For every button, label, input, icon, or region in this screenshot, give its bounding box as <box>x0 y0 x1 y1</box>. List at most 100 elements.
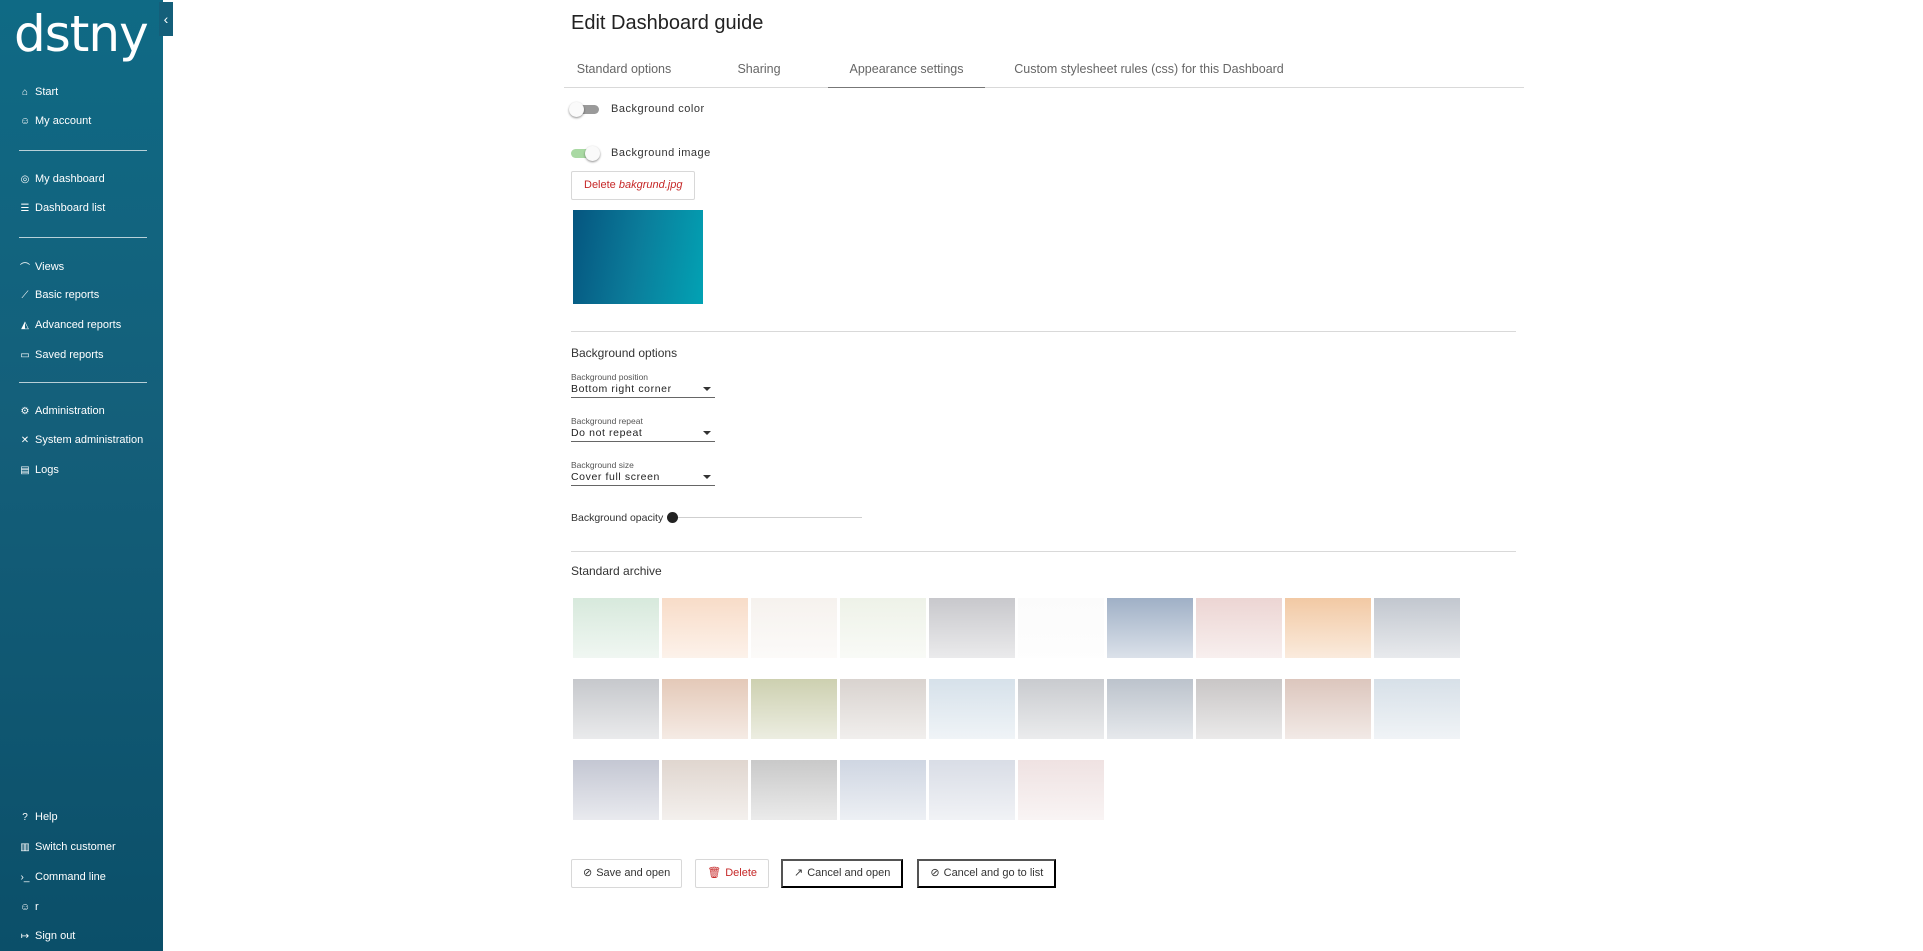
background-repeat-label: Background repeat <box>571 416 643 426</box>
standard-archive-title: Standard archive <box>571 564 662 578</box>
archive-thumbnail[interactable] <box>1374 598 1460 658</box>
folders-icon: ▭ <box>20 349 30 361</box>
sidebar-item-label: Dashboard list <box>35 202 106 214</box>
sidebar-item-system-administration[interactable]: ✕ System administration <box>20 434 143 446</box>
button-label: Save and open <box>596 867 671 879</box>
sidebar-item-user[interactable]: ☺ r <box>20 901 39 913</box>
background-image-toggle[interactable] <box>571 146 600 161</box>
select-value: Do not repeat <box>571 427 643 439</box>
sidebar-item-label: Help <box>35 811 58 823</box>
divider <box>571 551 1516 552</box>
archive-thumbnail[interactable] <box>573 598 659 658</box>
background-color-toggle[interactable] <box>569 102 599 117</box>
dashboard-icon: ◎ <box>20 173 30 185</box>
sidebar-item-label: Saved reports <box>35 349 104 361</box>
sidebar-item-basic-reports[interactable]: ⟋ Basic reports <box>20 289 100 301</box>
archive-thumbnail[interactable] <box>1018 598 1104 658</box>
background-image-label: Background image <box>611 147 711 159</box>
cancel-and-go-to-list-button[interactable]: ⊘ Cancel and go to list <box>917 859 1057 888</box>
tab-label: Custom stylesheet rules (css) for this D… <box>1014 62 1284 76</box>
background-image-preview <box>573 210 703 304</box>
background-opacity-slider-handle[interactable] <box>667 512 678 523</box>
sidebar-item-sign-out[interactable]: ↦ Sign out <box>20 930 76 942</box>
archive-thumbnail[interactable] <box>1285 679 1371 739</box>
background-opacity-label: Background opacity <box>571 512 664 524</box>
tab-appearance-settings[interactable]: Appearance settings <box>828 57 985 88</box>
select-value: Cover full screen <box>571 471 660 483</box>
archive-thumbnail[interactable] <box>1285 598 1371 658</box>
tab-label: Appearance settings <box>849 62 964 76</box>
sidebar-item-label: Views <box>35 260 65 273</box>
archive-thumbnail[interactable] <box>929 598 1015 658</box>
check-circle-icon: ⊘ <box>583 867 593 879</box>
archive-thumbnail[interactable] <box>1107 598 1193 658</box>
archive-thumbnail[interactable] <box>1018 679 1104 739</box>
archive-thumbnail[interactable] <box>1196 679 1282 739</box>
select-value: Bottom right corner <box>571 383 672 395</box>
sign-out-icon: ↦ <box>20 930 30 942</box>
archive-thumbnail[interactable] <box>1374 679 1460 739</box>
delete-background-image-button[interactable]: Delete bakgrund.jpg <box>571 171 696 200</box>
archive-thumbnail[interactable] <box>840 598 926 658</box>
sidebar-item-my-dashboard[interactable]: ◎ My dashboard <box>20 173 105 185</box>
gear-icon: ⚙ <box>20 405 30 417</box>
archive-thumbnail[interactable] <box>840 679 926 739</box>
archive-thumbnail[interactable] <box>662 598 748 658</box>
sidebar-item-advanced-reports[interactable]: ◭ Advanced reports <box>20 319 121 331</box>
background-position-select[interactable]: Bottom right corner <box>571 382 715 398</box>
archive-thumbnail[interactable] <box>751 679 837 739</box>
chevron-down-icon <box>703 387 711 391</box>
cancel-and-open-button[interactable]: ↗ Cancel and open <box>781 859 904 888</box>
sidebar-item-command-line[interactable]: ›_ Command line <box>20 871 106 883</box>
archive-thumbnail[interactable] <box>662 760 748 820</box>
sidebar: dstny ‹ ⌂ Start ☺ My account ◎ My dashbo… <box>0 0 173 951</box>
sidebar-item-switch-customer[interactable]: ▥ Switch customer <box>20 841 115 853</box>
sidebar-item-label: r <box>35 901 39 913</box>
user-icon: ☺ <box>20 901 31 913</box>
tools-icon: ✕ <box>20 434 30 446</box>
archive-thumbnail[interactable] <box>840 760 926 820</box>
background-size-select[interactable]: Cover full screen <box>571 470 715 486</box>
sidebar-item-start[interactable]: ⌂ Start <box>20 86 58 98</box>
sidebar-item-label: My dashboard <box>35 173 105 185</box>
save-and-open-button[interactable]: ⊘ Save and open <box>571 859 683 888</box>
background-color-label: Background color <box>611 103 705 115</box>
sidebar-item-administration[interactable]: ⚙ Administration <box>20 405 105 417</box>
background-position-label: Background position <box>571 372 649 382</box>
archive-thumbnail[interactable] <box>573 760 659 820</box>
archive-thumbnail[interactable] <box>573 679 659 739</box>
sidebar-item-dashboard-list[interactable]: ☰ Dashboard list <box>20 202 106 214</box>
archive-thumbnail[interactable] <box>1018 760 1104 820</box>
sidebar-item-logs[interactable]: ▤ Logs <box>20 464 59 476</box>
external-link-icon: ↗ <box>794 867 804 879</box>
archive-thumbnail[interactable] <box>1107 679 1193 739</box>
sidebar-item-my-account[interactable]: ☺ My account <box>20 115 91 127</box>
archive-thumbnail[interactable] <box>662 679 748 739</box>
archive-thumbnail[interactable] <box>1196 598 1282 658</box>
tab-label: Standard options <box>576 62 672 76</box>
sidebar-item-saved-reports[interactable]: ▭ Saved reports <box>20 349 103 361</box>
background-opacity-track[interactable] <box>672 517 862 518</box>
chevron-down-icon <box>703 475 711 479</box>
delete-prefix: Delete <box>584 179 616 191</box>
sidebar-item-views[interactable]: ⌒ Views <box>20 259 65 275</box>
trash-icon: 🗑 <box>707 867 722 879</box>
sidebar-item-label: Basic reports <box>35 289 100 301</box>
dstny-logo[interactable]: dstny <box>14 4 149 64</box>
sidebar-item-help[interactable]: ? Help <box>20 811 58 823</box>
page-title: Edit Dashboard guide <box>571 12 764 34</box>
archive-thumbnail[interactable] <box>751 760 837 820</box>
tab-sharing[interactable]: Sharing <box>724 57 794 88</box>
archive-thumbnail[interactable] <box>929 679 1015 739</box>
collapse-sidebar-button[interactable]: ‹ <box>159 2 173 36</box>
tab-custom-css[interactable]: Custom stylesheet rules (css) for this D… <box>999 57 1299 88</box>
background-repeat-select[interactable]: Do not repeat <box>571 426 715 442</box>
tab-standard-options[interactable]: Standard options <box>564 57 684 88</box>
delete-button[interactable]: 🗑 Delete <box>695 859 769 888</box>
archive-thumbnail[interactable] <box>751 598 837 658</box>
archive-thumbnail[interactable] <box>929 760 1015 820</box>
sidebar-item-label: Command line <box>35 871 106 883</box>
terminal-icon: ›_ <box>20 871 30 883</box>
document-icon: ▤ <box>20 464 30 476</box>
button-label: Delete <box>725 867 757 879</box>
